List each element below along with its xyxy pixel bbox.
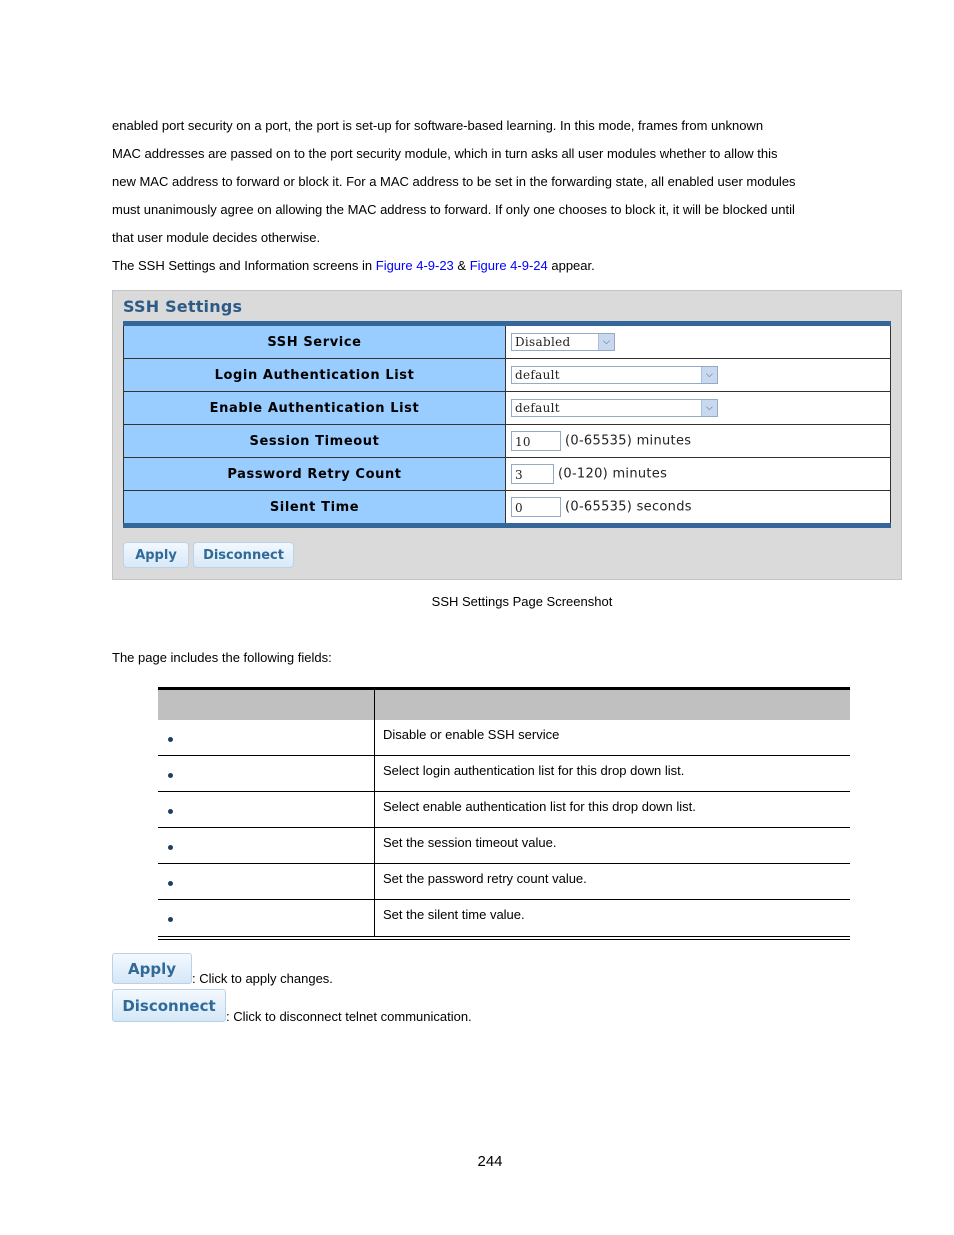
session-timeout-hint: (0-65535) minutes [565,433,692,449]
intro-line: that user module decides otherwise. [112,230,321,245]
enable-auth-label: Enable Authentication List [123,391,506,425]
fields-intro: The page includes the following fields: [112,650,332,665]
panel-title: SSH Settings [123,297,243,316]
field-description: Set the silent time value. [383,907,525,922]
password-retry-label: Password Retry Count [123,457,506,491]
fields-table-header [158,688,850,720]
bullet-icon [168,809,173,814]
header-description [374,688,850,720]
bullet-icon [168,845,173,850]
apply-button[interactable]: Apply [123,542,189,568]
ssh-service-value: Disabled [515,335,571,349]
silent-time-hint: (0-65535) seconds [565,499,692,515]
field-description: Select login authentication list for thi… [374,755,850,792]
apply-button-illustration: Apply [112,953,192,984]
login-auth-label: Login Authentication List [123,358,506,392]
settings-row-password-retry: Password Retry Count 3 (0-120) minutes [123,457,891,491]
settings-row-ssh-service: SSH Service Disabled ⌵ [123,323,891,359]
field-description: Set the password retry count value. [374,863,850,900]
settings-row-session-timeout: Session Timeout 10 (0-65535) minutes [123,424,891,458]
figure-sentence-prefix: The SSH Settings and Information screens… [112,258,376,273]
table-row: Set the password retry count value. [158,863,850,900]
fields-table: Disable or enable SSH service Select log… [158,687,850,940]
intro-paragraph: enabled port security on a port, the por… [112,112,852,280]
table-row: Set the session timeout value. [158,827,850,864]
field-description: Set the session timeout value. [374,827,850,864]
password-retry-input[interactable]: 3 [511,464,554,484]
field-description: Select enable authentication list for th… [374,791,850,828]
bullet-icon [168,881,173,886]
figure-link-4-9-23[interactable]: Figure 4-9-23 [376,258,454,273]
chevron-down-icon: ⌵ [701,367,717,383]
bullet-icon [168,773,173,778]
intro-line: enabled port security on a port, the por… [112,118,764,133]
intro-line: MAC addresses are passed on to the port … [112,146,778,161]
header-object [158,688,375,720]
login-auth-value: default [515,368,560,382]
table-row: Select login authentication list for thi… [158,755,850,792]
ssh-settings-panel: SSH Settings SSH Service Disabled ⌵ Login… [112,290,902,580]
password-retry-hint: (0-120) minutes [558,466,668,482]
settings-table: SSH Service Disabled ⌵ Login Authenticati… [123,321,891,528]
table-row: Set the silent time value. [158,899,850,938]
field-description: Disable or enable SSH service [374,720,850,756]
bullet-icon [168,737,173,742]
table-row: Disable or enable SSH service [158,720,850,756]
figure-sentence-suffix: appear. [547,258,595,273]
disconnect-description: : Click to disconnect telnet communicati… [226,1009,472,1024]
table-row: Select enable authentication list for th… [158,791,850,828]
disconnect-button[interactable]: Disconnect [193,542,294,568]
figure-sentence-middle: & [453,258,470,273]
silent-time-input[interactable]: 0 [511,497,561,517]
bullet-icon [168,917,173,923]
session-timeout-input[interactable]: 10 [511,431,561,451]
enable-auth-value: default [515,401,560,415]
settings-row-login-auth: Login Authentication List default ⌵ [123,358,891,392]
figure-caption: SSH Settings Page Screenshot [431,594,613,609]
enable-auth-select[interactable]: default ⌵ [511,399,718,417]
figure-sentence: The SSH Settings and Information screens… [112,252,852,280]
session-timeout-label: Session Timeout [123,424,506,458]
figure-link-4-9-24[interactable]: Figure 4-9-24 [470,258,548,273]
login-auth-select[interactable]: default ⌵ [511,366,718,384]
silent-time-label: Silent Time [123,490,506,526]
disconnect-button-illustration: Disconnect [112,989,226,1022]
ssh-service-label: SSH Service [123,323,506,359]
chevron-down-icon: ⌵ [701,400,717,416]
chevron-down-icon: ⌵ [598,334,614,350]
page-number: 244 [477,1153,503,1170]
ssh-service-select[interactable]: Disabled ⌵ [511,333,615,351]
settings-row-enable-auth: Enable Authentication List default ⌵ [123,391,891,425]
settings-row-silent-time: Silent Time 0 (0-65535) seconds [123,490,891,526]
intro-line: must unanimously agree on allowing the M… [112,202,795,217]
intro-line: new MAC address to forward or block it. … [112,174,796,189]
apply-description: : Click to apply changes. [192,971,333,986]
